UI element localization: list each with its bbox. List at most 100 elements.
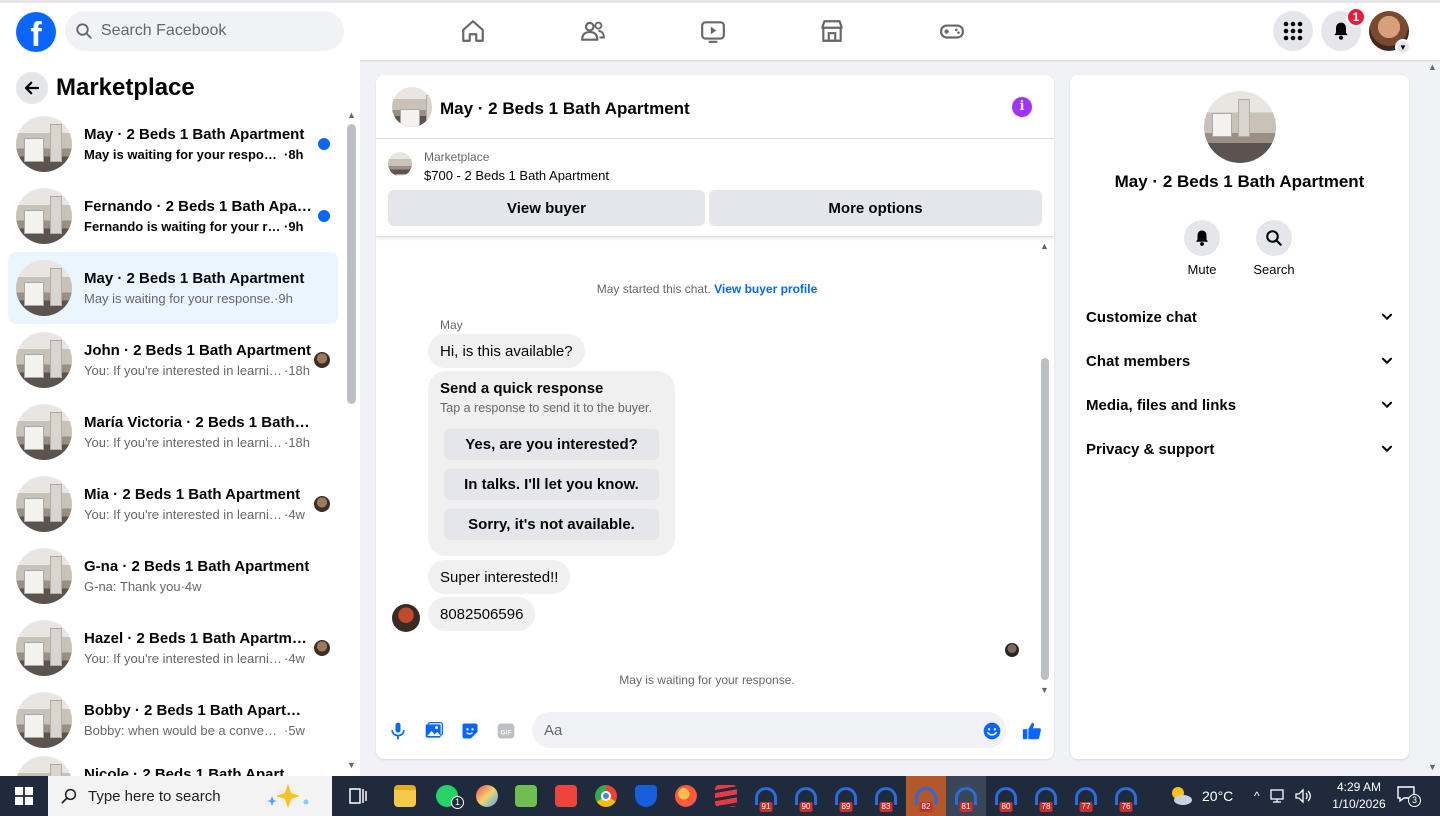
scroll-up-arrow[interactable]: ▲ <box>1040 241 1049 251</box>
conversation-item-active[interactable]: May · 2 Beds 1 Bath Apartment May is wai… <box>8 252 338 324</box>
file-explorer-app[interactable] <box>385 776 425 816</box>
chat-scrollbar[interactable] <box>1041 358 1049 680</box>
conversation-name: María Victoria · 2 Beds 1 Bath Apartment <box>84 414 312 431</box>
chrome-app[interactable] <box>586 776 626 816</box>
network-icon[interactable] <box>1269 788 1288 804</box>
whatsapp-app[interactable]: 1 <box>427 776 467 816</box>
conversation-item[interactable]: Fernando · 2 Beds 1 Bath Apartment Ferna… <box>8 180 338 252</box>
app-instance-81[interactable]: 81 <box>946 776 986 816</box>
app-instance-82[interactable]: 82 <box>906 776 946 816</box>
paint-app[interactable] <box>467 776 507 816</box>
app-instance-89[interactable]: 89 <box>826 776 866 816</box>
conversation-time: ·18h <box>284 435 311 450</box>
search-action[interactable]: Search <box>1244 220 1304 277</box>
app-instance-80[interactable]: 80 <box>986 776 1026 816</box>
app-instance-76[interactable]: 76 <box>1106 776 1146 816</box>
home-icon[interactable] <box>459 17 487 45</box>
message-input[interactable] <box>532 712 1006 748</box>
action-center-badge: 3 <box>1408 794 1421 807</box>
chat-members-row[interactable]: Chat members <box>1086 343 1394 379</box>
media-files-links-row[interactable]: Media, files and links <box>1086 387 1394 423</box>
spreadsheet-icon <box>515 785 537 807</box>
conversation-time: ·4w <box>180 579 202 594</box>
app-number: 89 <box>839 802 853 812</box>
chat-panel: May · 2 Beds 1 Bath Apartment i Marketpl… <box>376 75 1054 759</box>
gaming-icon[interactable] <box>938 17 966 45</box>
firefox-icon <box>675 785 697 807</box>
app-instance-77[interactable]: 77 <box>1066 776 1106 816</box>
app-number: 76 <box>1119 802 1133 812</box>
taskbar-search-input[interactable] <box>88 787 258 805</box>
conversation-item[interactable]: G-na · 2 Beds 1 Bath Apartment G-na: Tha… <box>8 540 338 612</box>
weather-widget[interactable]: 20°C <box>1168 776 1233 816</box>
marketplace-sidebar: Marketplace May · 2 Beds 1 Bath Apartmen… <box>0 60 360 792</box>
app-instance-83[interactable]: 83 <box>866 776 906 816</box>
app-instance-78[interactable]: 78 <box>1026 776 1066 816</box>
quick-response-option[interactable]: Yes, are you interested? <box>444 429 659 460</box>
sender-avatar[interactable] <box>392 604 420 632</box>
conversation-item[interactable]: John · 2 Beds 1 Bath Apartment You: If y… <box>8 324 338 396</box>
menu-grid-button[interactable] <box>1273 11 1313 51</box>
chevron-up-icon[interactable]: ^ <box>1254 789 1260 803</box>
anydesk-app[interactable] <box>546 776 586 816</box>
sidebar-scrollbar[interactable] <box>347 124 356 404</box>
action-center-button[interactable]: 3 <box>1396 784 1421 808</box>
conversation-item[interactable]: Hazel · 2 Beds 1 Bath Apartment You: If … <box>8 612 338 684</box>
app-instance-91[interactable]: 91 <box>746 776 786 816</box>
view-buyer-profile-link[interactable]: View buyer profile <box>714 282 817 296</box>
thumbs-up-icon[interactable] <box>1020 719 1044 743</box>
notepad-app[interactable] <box>506 776 546 816</box>
microphone-icon[interactable] <box>386 719 410 743</box>
listing-thumbnail <box>16 620 72 676</box>
grid-icon <box>1283 21 1303 41</box>
bell-icon <box>1196 230 1208 246</box>
listing-thumbnail <box>388 152 412 176</box>
scroll-down-arrow[interactable]: ▼ <box>1040 685 1049 695</box>
marketplace-icon[interactable] <box>818 17 846 45</box>
friends-icon[interactable] <box>579 17 607 45</box>
search-icon <box>76 23 92 39</box>
more-options-button[interactable]: More options <box>709 190 1042 226</box>
customize-chat-row[interactable]: Customize chat <box>1086 299 1394 335</box>
watch-icon[interactable] <box>699 17 727 45</box>
search-input[interactable] <box>101 22 321 40</box>
listing-price[interactable]: $700 - 2 Beds 1 Bath Apartment <box>424 168 609 183</box>
conversation-name: G-na · 2 Beds 1 Bath Apartment <box>84 558 310 575</box>
emoji-icon[interactable] <box>980 719 1004 743</box>
quick-response-option[interactable]: Sorry, it's not available. <box>444 509 659 540</box>
app-instance-90[interactable]: 90 <box>786 776 826 816</box>
privacy-support-row[interactable]: Privacy & support <box>1086 431 1394 467</box>
scroll-up-arrow[interactable]: ▲ <box>347 110 356 120</box>
start-button[interactable] <box>0 776 48 816</box>
quick-response-option[interactable]: In talks. I'll let you know. <box>444 469 659 500</box>
dataspace-app[interactable] <box>706 776 746 816</box>
search-bar[interactable] <box>65 11 344 51</box>
page-scroll-up-arrow[interactable]: ▲ <box>1428 62 1437 72</box>
sticker-icon[interactable] <box>458 719 482 743</box>
conversation-name: May · 2 Beds 1 Bath Apartment <box>84 270 305 287</box>
photo-icon[interactable] <box>422 719 446 743</box>
conversation-item[interactable]: May · 2 Beds 1 Bath Apartment May is wai… <box>8 108 338 180</box>
app-number: 82 <box>919 802 933 812</box>
info-icon[interactable]: i <box>1012 97 1032 117</box>
conversation-item[interactable]: Bobby · 2 Beds 1 Bath Apartment Bobby: w… <box>8 684 338 756</box>
message-bubble: Hi, is this available? <box>428 334 585 368</box>
view-buyer-button[interactable]: View buyer <box>388 190 705 226</box>
taskbar-search[interactable] <box>48 776 332 816</box>
conversation-item[interactable]: María Victoria · 2 Beds 1 Bath Apartment… <box>8 396 338 468</box>
chat-thumbnail[interactable] <box>392 87 432 127</box>
bitwarden-app[interactable] <box>626 776 666 816</box>
firefox-app[interactable] <box>666 776 706 816</box>
gif-icon[interactable]: GIF <box>494 719 518 743</box>
chevron-down-icon[interactable]: ▼ <box>1395 39 1411 55</box>
facebook-logo[interactable]: f <box>16 12 56 52</box>
volume-icon[interactable] <box>1294 788 1312 804</box>
chat-title[interactable]: May · 2 Beds 1 Bath Apartment <box>440 99 690 119</box>
back-button[interactable] <box>16 72 48 104</box>
scroll-down-arrow[interactable]: ▼ <box>347 760 356 770</box>
page-scroll-down-arrow[interactable]: ▼ <box>1428 762 1437 772</box>
conversation-item[interactable]: Mia · 2 Beds 1 Bath Apartment You: If yo… <box>8 468 338 540</box>
clock[interactable]: 4:29 AM 1/10/2026 <box>1324 779 1394 813</box>
task-view-button[interactable] <box>338 776 378 816</box>
mute-action[interactable]: Mute <box>1172 220 1232 277</box>
